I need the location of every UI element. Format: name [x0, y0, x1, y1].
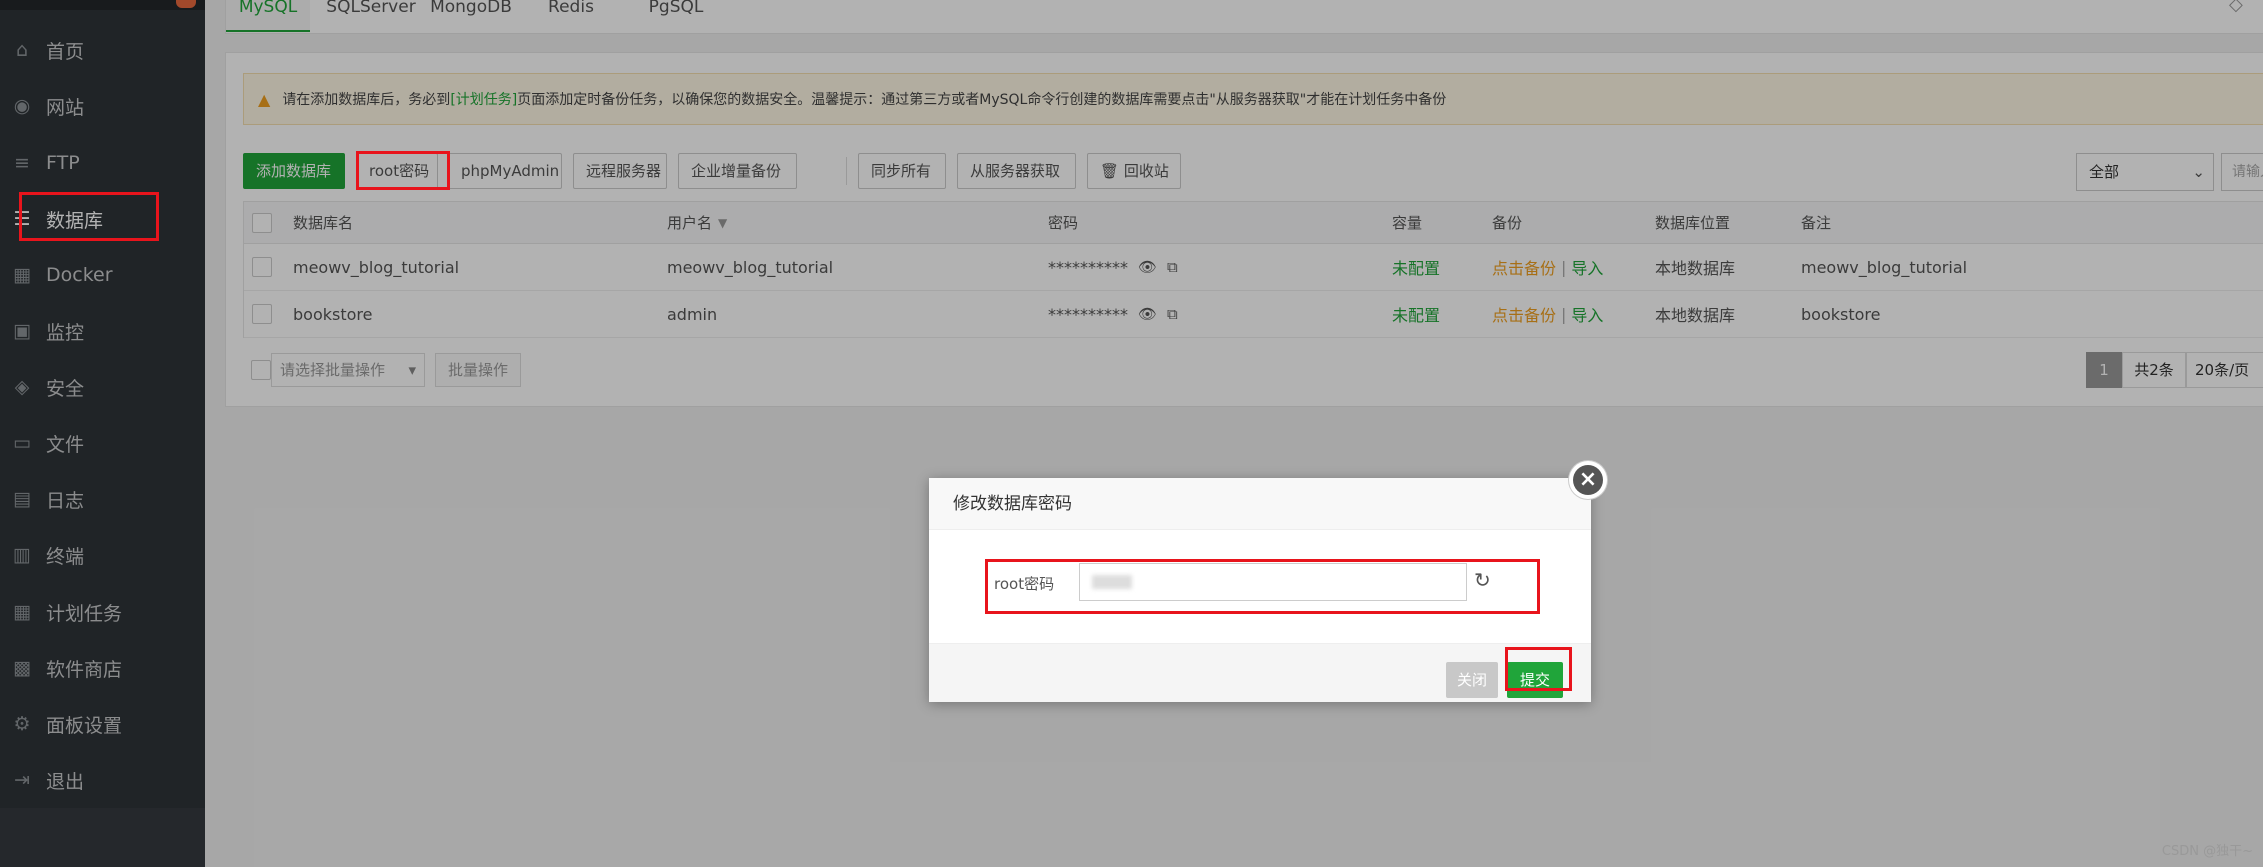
modal-overlay — [0, 0, 2263, 867]
highlight-sidebar-database — [19, 192, 159, 241]
close-icon[interactable]: × — [1569, 461, 1607, 499]
highlight-password-row — [985, 559, 1540, 614]
dialog-footer: 关闭 提交 — [929, 643, 1591, 702]
dialog-title: 修改数据库密码 — [929, 478, 1591, 530]
highlight-root-button — [356, 151, 450, 190]
highlight-submit — [1505, 647, 1572, 691]
watermark: CSDN @独干~ — [2161, 844, 2253, 859]
close-button[interactable]: 关闭 — [1446, 662, 1498, 698]
